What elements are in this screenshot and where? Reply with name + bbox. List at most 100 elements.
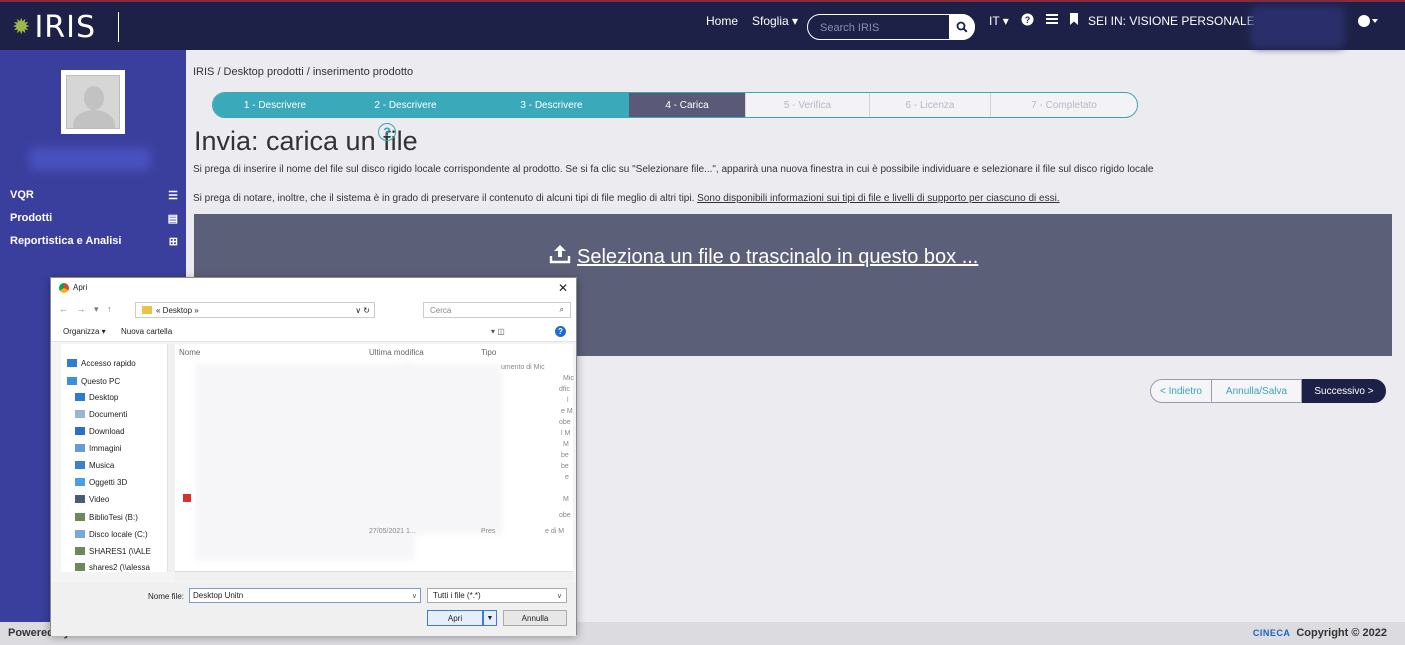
avatar bbox=[61, 70, 125, 134]
open-dropdown-icon[interactable]: ▼ bbox=[483, 610, 497, 626]
open-button[interactable]: Apri bbox=[427, 610, 483, 626]
network-drive-icon bbox=[75, 563, 85, 571]
dropzone-label[interactable]: Seleziona un file o trascinalo in questo… bbox=[549, 244, 978, 270]
nav-video[interactable]: Video bbox=[75, 492, 109, 506]
new-folder-button[interactable]: Nuova cartella bbox=[121, 327, 172, 336]
nav-shares1[interactable]: SHARES1 (\\ALE bbox=[75, 544, 151, 558]
sun-logo-icon: ✹ bbox=[12, 14, 31, 39]
nav-arrows-icon[interactable]: ← → ▾ ↑ bbox=[59, 304, 115, 315]
list-view-icon[interactable] bbox=[1046, 13, 1058, 28]
desktop-icon bbox=[75, 393, 85, 401]
horizontal-scrollbar[interactable] bbox=[175, 571, 573, 581]
file-type: Pres bbox=[481, 528, 496, 535]
filename-input[interactable]: Desktop Unitn ∨ bbox=[189, 588, 421, 603]
file-type-fragment: be bbox=[561, 463, 569, 470]
step-2[interactable]: 2 - Descrivere bbox=[337, 93, 474, 117]
network-drive-icon bbox=[75, 547, 85, 555]
download-icon bbox=[75, 427, 85, 435]
file-type-fragment: M bbox=[563, 496, 569, 503]
nav-label: Video bbox=[89, 494, 110, 504]
iris-logo[interactable]: ✹ IRIS bbox=[12, 9, 122, 45]
nav-browse-menu[interactable]: Sfoglia ▾ bbox=[752, 14, 798, 28]
nav-music[interactable]: Musica bbox=[75, 458, 114, 472]
file-type-fragment: umento di Mic bbox=[501, 364, 545, 371]
nav-label: Desktop bbox=[89, 392, 119, 402]
file-type-fragment: e M bbox=[561, 408, 573, 415]
logo-separator bbox=[118, 12, 119, 42]
step-1[interactable]: 1 - Descrivere bbox=[213, 93, 337, 117]
close-icon[interactable]: ✕ bbox=[558, 281, 568, 295]
sidebar-item-reportistica[interactable]: Reportistica e Analisi ⊞ bbox=[0, 230, 186, 252]
cancel-save-button[interactable]: Annulla/Salva bbox=[1212, 379, 1302, 403]
view-options-icon[interactable]: ▾ ◫ bbox=[491, 327, 505, 336]
file-type-fragment: l M bbox=[561, 430, 571, 437]
dialog-search-field[interactable]: Cerca ⌕ bbox=[423, 302, 571, 318]
nav-this-pc[interactable]: Questo PC bbox=[67, 374, 120, 388]
dialog-search-placeholder: Cerca bbox=[430, 305, 452, 315]
next-button[interactable]: Successivo > bbox=[1302, 379, 1386, 403]
language-label: IT bbox=[989, 14, 1000, 28]
column-type-header[interactable]: Tipo bbox=[481, 348, 496, 357]
upload-icon bbox=[549, 244, 571, 270]
nav-label: Download bbox=[89, 426, 125, 436]
file-type-fragment: obe bbox=[559, 419, 571, 426]
file-type-fragment: be bbox=[561, 452, 569, 459]
context-menu[interactable]: SEI IN: VISIONE PERSONALE ▾ bbox=[1088, 14, 1264, 28]
filetype-select[interactable]: Tutti i file (*.*) ∨ bbox=[427, 588, 567, 603]
nav-label: BiblioTesi (B:) bbox=[89, 512, 138, 522]
navigation-scrollbar[interactable] bbox=[167, 344, 175, 572]
dropzone-text: Seleziona un file o trascinalo in questo… bbox=[577, 245, 979, 268]
progress-steps: 1 - Descrivere 2 - Descrivere 3 - Descri… bbox=[212, 92, 1138, 118]
nav-home-link[interactable]: Home bbox=[706, 14, 738, 28]
cineca-logo[interactable]: CINECA bbox=[1253, 628, 1291, 638]
organize-button[interactable]: Organizza ▾ bbox=[63, 327, 106, 336]
chevron-down-icon: ∨ bbox=[556, 592, 562, 600]
step-3[interactable]: 3 - Descrivere bbox=[474, 93, 629, 117]
user-menu-icon[interactable] bbox=[1357, 14, 1379, 31]
step-6: 6 - Licenza bbox=[869, 93, 990, 117]
help-icon[interactable]: ? bbox=[555, 326, 566, 337]
nav-images[interactable]: Immagini bbox=[75, 441, 121, 455]
language-menu[interactable]: IT ▾ bbox=[989, 14, 1009, 28]
file-type-fragment: e di M bbox=[545, 528, 565, 535]
search-icon[interactable] bbox=[949, 14, 975, 40]
avatar-placeholder-icon bbox=[66, 75, 120, 129]
breadcrumb[interactable]: IRIS / Desktop prodotti / inserimento pr… bbox=[193, 66, 413, 78]
nav-quick-access[interactable]: Accesso rapido bbox=[67, 356, 136, 370]
dialog-title: Apri bbox=[73, 283, 88, 292]
sidebar-item-vqr[interactable]: VQR ☰ bbox=[0, 184, 186, 206]
list-icon: ☰ bbox=[168, 189, 178, 202]
logo-text: IRIS bbox=[34, 9, 97, 45]
file-type-fragment: dfic bbox=[559, 386, 570, 393]
footer-copyright: CINECA Copyright © 2022 bbox=[1253, 627, 1387, 639]
file-type-fragment: M bbox=[563, 441, 569, 448]
bookmark-icon[interactable] bbox=[1069, 13, 1079, 28]
back-button[interactable]: < Indietro bbox=[1150, 379, 1212, 403]
search-input[interactable] bbox=[820, 19, 940, 36]
nav-drive-c[interactable]: Disco locale (C:) bbox=[75, 527, 148, 541]
redacted-file-dates bbox=[403, 364, 503, 534]
address-bar[interactable]: « Desktop » ∨ ↻ bbox=[135, 302, 375, 318]
column-modified-header[interactable]: Ultima modifica bbox=[369, 348, 424, 357]
file-types-info-link[interactable]: Sono disponibili informazioni sui tipi d… bbox=[697, 193, 1059, 204]
nav-shares2[interactable]: shares2 (\\alessa bbox=[75, 560, 150, 574]
nav-documents[interactable]: Documenti bbox=[75, 407, 127, 421]
nav-3d-objects[interactable]: Oggetti 3D bbox=[75, 475, 127, 489]
help-icon[interactable]: ? bbox=[1021, 13, 1034, 29]
context-label: SEI IN: VISIONE PERSONALE bbox=[1088, 14, 1255, 28]
cancel-button[interactable]: Annulla bbox=[503, 610, 567, 626]
nav-desktop[interactable]: Desktop bbox=[75, 390, 118, 404]
nav-downloads[interactable]: Download bbox=[75, 424, 125, 438]
dialog-titlebar: Apri ✕ bbox=[51, 278, 576, 298]
filename-value: Desktop Unitn bbox=[193, 591, 244, 600]
column-name-header[interactable]: Nome bbox=[179, 348, 200, 357]
table-icon: ⊞ bbox=[168, 235, 178, 248]
cube-icon bbox=[75, 478, 85, 486]
chevron-down-icon[interactable]: ∨ bbox=[412, 592, 417, 600]
sidebar-item-prodotti[interactable]: Prodotti ▤ bbox=[0, 207, 186, 229]
refresh-icon[interactable]: ∨ ↻ bbox=[355, 306, 370, 315]
help-circle-icon[interactable]: ? bbox=[378, 123, 396, 141]
star-icon bbox=[67, 359, 77, 367]
nav-drive-b[interactable]: BiblioTesi (B:) bbox=[75, 510, 138, 524]
filename-label: Nome file: bbox=[148, 592, 185, 601]
